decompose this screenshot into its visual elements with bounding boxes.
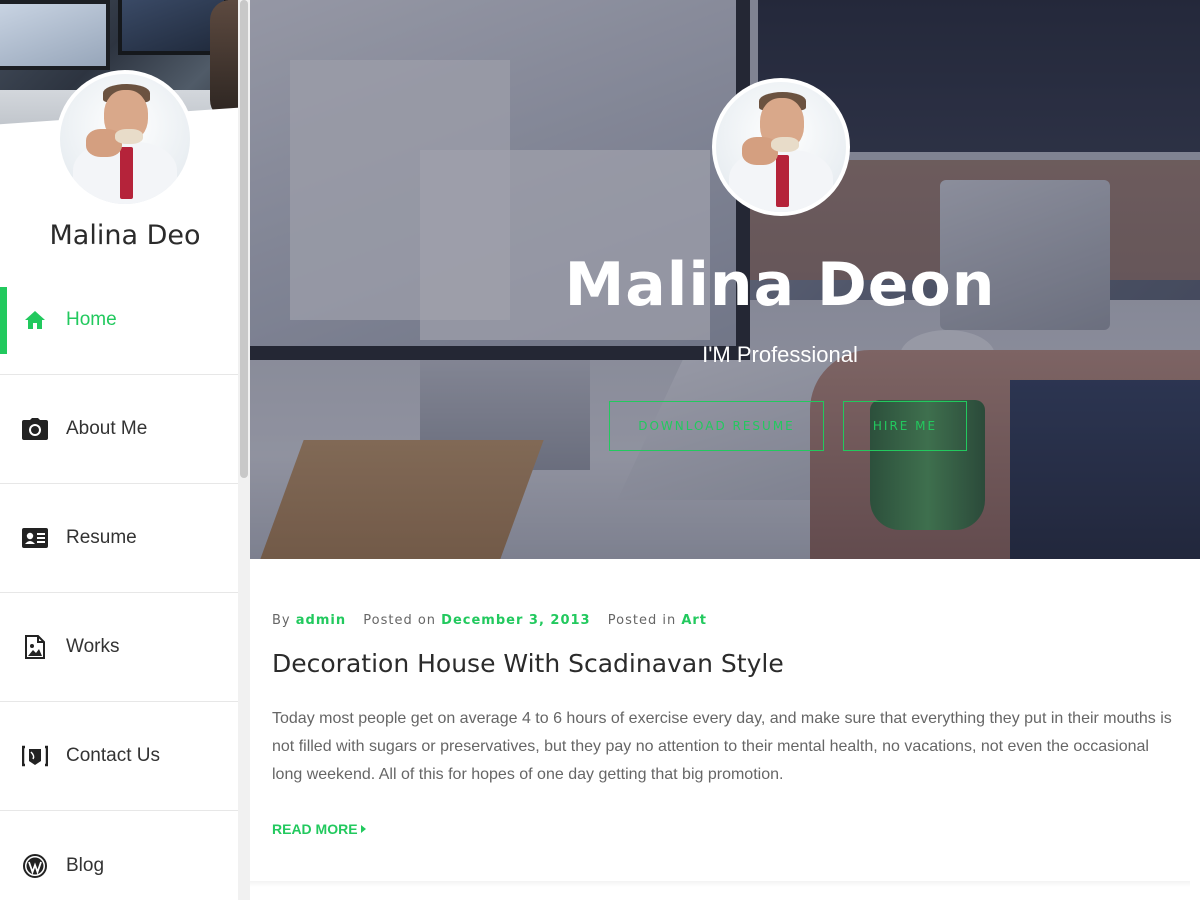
sidebar-item-label: Contact Us [66, 745, 160, 766]
read-more-label: READ MORE [272, 821, 358, 837]
wordpress-icon [22, 853, 48, 879]
hero-avatar [712, 78, 850, 216]
post-category-link[interactable]: Art [681, 613, 707, 628]
camera-icon [22, 416, 48, 442]
hero-subtitle: I'M Professional [702, 342, 858, 367]
sidebar-avatar [56, 70, 194, 208]
sidebar-item-blog[interactable]: Blog [0, 811, 238, 900]
sidebar-item-home[interactable]: Home [0, 266, 238, 375]
post-author-link[interactable]: admin [296, 613, 346, 628]
sidebar-item-works[interactable]: Works [0, 593, 238, 702]
post-divider [250, 881, 1190, 887]
sidebar: Malina Deo Home About Me Resume Works Co… [0, 0, 250, 900]
hire-me-button[interactable]: HIRE ME [843, 401, 967, 451]
post-meta: By admin Posted on December 3, 2013 Post… [272, 613, 707, 628]
sidebar-item-label: About Me [66, 418, 148, 439]
id-card-icon [22, 525, 48, 551]
hero-title: Malina Deon [564, 250, 996, 320]
image-file-icon [22, 634, 48, 660]
post-date-link[interactable]: December 3, 2013 [441, 613, 590, 628]
sidebar-item-label: Resume [66, 527, 137, 548]
sidebar-item-resume[interactable]: Resume [0, 484, 238, 593]
post-by-label: By [272, 613, 291, 628]
sidebar-profile-name: Malina Deo [49, 220, 201, 251]
home-icon [22, 307, 48, 333]
blog-post: By admin Posted on December 3, 2013 Post… [250, 559, 1200, 900]
post-excerpt: Today most people get on average 4 to 6 … [272, 710, 1172, 783]
post-title[interactable]: Decoration House With Scadinavan Style [272, 649, 784, 678]
post-posted-on-label: Posted on [363, 613, 437, 628]
hero-banner: Malina Deon I'M Professional DOWNLOAD RE… [250, 0, 1200, 559]
sidebar-nav: Home About Me Resume Works Contact Us Bl… [0, 266, 250, 900]
sidebar-item-label: Works [66, 636, 120, 657]
sidebar-item-about-me[interactable]: About Me [0, 375, 238, 484]
sidebar-item-contact-us[interactable]: Contact Us [0, 702, 238, 811]
read-more-link[interactable]: READ MORE [272, 821, 366, 837]
sidebar-item-label: Blog [66, 854, 105, 876]
post-posted-in-label: Posted in [607, 613, 677, 628]
sidebar-item-label: Home [66, 309, 117, 330]
caret-right-icon [360, 825, 366, 833]
contact-icon [22, 743, 48, 769]
download-resume-button[interactable]: DOWNLOAD RESUME [609, 401, 824, 451]
